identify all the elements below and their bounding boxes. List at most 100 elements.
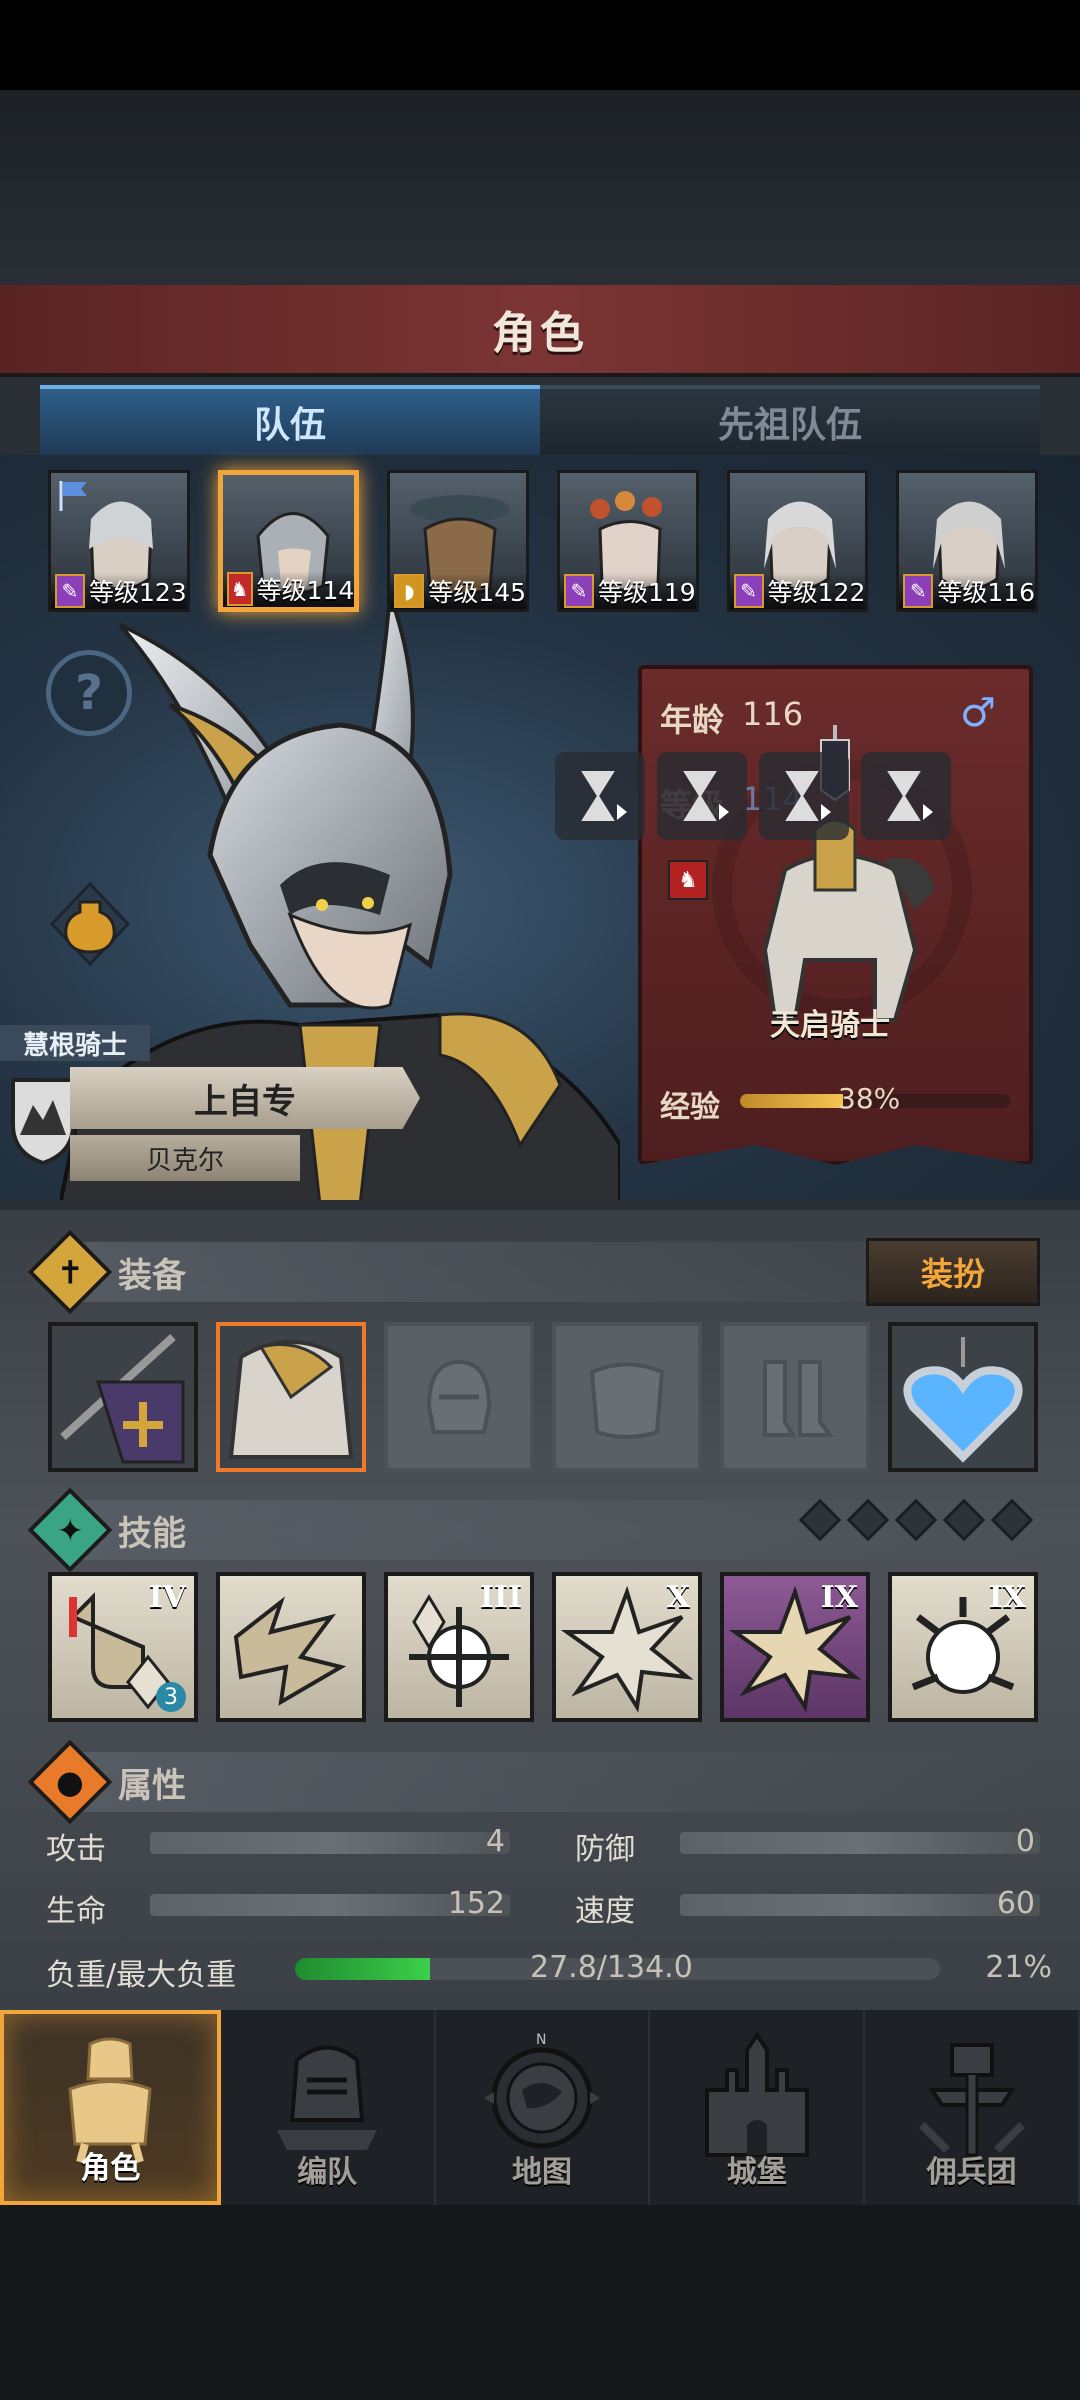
- empty-slot-diamond-icon: [990, 1498, 1034, 1542]
- hp-label: 生命: [46, 1894, 106, 1929]
- hero-surname: 贝克尔: [70, 1135, 300, 1181]
- class-badge-icon: ♞: [668, 860, 708, 900]
- page-title: 角色: [492, 308, 588, 359]
- skill-slot-6[interactable]: IX: [888, 1572, 1038, 1722]
- nav-label: 城堡: [726, 2155, 787, 2190]
- party-member-3[interactable]: ◗ 等级145: [387, 470, 530, 612]
- defense-value: 0: [1015, 1824, 1035, 1859]
- golden-armor-icon: [228, 1340, 354, 1459]
- attributes-header: ● 属性: [27, 1739, 186, 1825]
- equipment-slot-chest[interactable]: [552, 1322, 702, 1472]
- class-icon: ✎: [733, 574, 764, 608]
- skill-rank: III: [479, 1580, 522, 1615]
- age-label: 年龄: [660, 701, 725, 739]
- potion-icon[interactable]: [44, 878, 136, 970]
- cross-icon: ✝: [27, 1229, 113, 1315]
- shield-emblem-icon: [11, 1078, 75, 1165]
- speed-value: 60: [996, 1886, 1035, 1921]
- equipment-slots: [48, 1322, 1038, 1472]
- class-icon: ✎: [55, 574, 85, 608]
- hp-value: 152: [447, 1886, 505, 1921]
- male-gender-icon: ♂: [960, 690, 996, 736]
- skill-slot-1[interactable]: IV 3: [48, 1572, 198, 1722]
- compass-icon: N: [483, 2032, 600, 2149]
- member-level: 等级145: [428, 578, 527, 607]
- party-roster: ✎ 等级123 ♞ 等级114 ◗ 等级145 ✎ 等级119 ✎ 等级122 ✎ 等级11…: [48, 470, 1039, 618]
- member-level: 等级119: [597, 578, 696, 607]
- empty-slot-diamond-icon: [798, 1498, 842, 1542]
- skill-slots: IV 3 III X IX IX: [48, 1572, 1038, 1722]
- nav-formation[interactable]: 编队: [221, 2010, 436, 2205]
- hourglass-icon[interactable]: [759, 752, 849, 840]
- nav-label: 角色: [80, 2151, 141, 2186]
- nav-label: 编队: [297, 2155, 358, 2190]
- hero-class-name: 天启骑士: [770, 1008, 890, 1043]
- party-member-6[interactable]: ✎ 等级116: [896, 470, 1039, 612]
- nav-castle[interactable]: 城堡: [650, 2010, 866, 2205]
- page-header: 角色: [0, 285, 1080, 377]
- hourglass-icon[interactable]: [861, 752, 951, 840]
- skill-rank: IX: [988, 1580, 1026, 1615]
- banner-weapon-icon: [60, 1334, 185, 1464]
- chest-slot-icon: [589, 1362, 665, 1439]
- equipment-slot-amulet[interactable]: [888, 1322, 1038, 1472]
- member-level: 等级122: [767, 578, 866, 607]
- skill-rank: X: [666, 1580, 690, 1615]
- exp-percent: 38%: [838, 1082, 901, 1115]
- attributes-title: 属性: [118, 1765, 186, 1806]
- exp-label: 经验: [660, 1090, 720, 1125]
- attributes-band: [80, 1752, 1040, 1812]
- skill-slot-5[interactable]: IX: [720, 1572, 870, 1722]
- skill-slot-2[interactable]: [216, 1572, 366, 1722]
- exp-fill: [740, 1094, 843, 1108]
- heart-amulet-icon: [903, 1337, 1023, 1463]
- party-member-5[interactable]: ✎ 等级122: [726, 470, 869, 612]
- skill-badge: 3: [156, 1682, 186, 1712]
- equipment-slot-boots[interactable]: [720, 1322, 870, 1472]
- tab-ancestor-team[interactable]: 先祖队伍: [540, 385, 1040, 455]
- equipment-slot-helmet[interactable]: [384, 1322, 534, 1472]
- empty-slot-diamond-icon: [894, 1498, 938, 1542]
- hourglass-icon[interactable]: [555, 752, 645, 840]
- star-icon: ✦: [27, 1487, 113, 1573]
- load-value: 27.8/134.0: [530, 1950, 693, 1985]
- skills-header: ✦ 技能: [27, 1487, 186, 1573]
- drop-icon: ●: [27, 1739, 113, 1825]
- member-level: 等级114: [256, 576, 355, 605]
- skill-rank: IX: [820, 1580, 858, 1615]
- empty-slot-diamond-icon: [942, 1498, 986, 1542]
- skill-slot-4[interactable]: X: [552, 1572, 702, 1722]
- load-label: 负重/最大负重: [46, 1958, 237, 1993]
- skill-slot-indicators: [798, 1498, 1034, 1542]
- member-level: 等级116: [937, 578, 1036, 607]
- hero-name-block: 慧根骑士 上自专 贝克尔: [0, 1025, 430, 1195]
- equipment-slot-weapon[interactable]: [48, 1322, 198, 1472]
- party-member-2[interactable]: ♞ 等级114: [217, 470, 360, 612]
- tab-team[interactable]: 队伍: [40, 385, 540, 455]
- helmet-icon: [277, 2045, 378, 2150]
- castle-icon: [704, 2031, 809, 2157]
- class-icon: ✎: [564, 574, 594, 608]
- dress-up-button[interactable]: 装扮: [866, 1238, 1040, 1306]
- charge-skill-icon: [233, 1596, 347, 1706]
- empty-slot-diamond-icon: [846, 1498, 890, 1542]
- class-icon: ♞: [226, 572, 253, 606]
- equipment-header: ✝ 装备: [27, 1229, 186, 1315]
- hourglass-icon[interactable]: [657, 752, 747, 840]
- attack-value: 4: [485, 1824, 505, 1859]
- attack-label: 攻击: [46, 1832, 106, 1867]
- party-member-4[interactable]: ✎ 等级119: [557, 470, 699, 612]
- status-bar: [0, 0, 1080, 90]
- hero-name[interactable]: 上自专: [70, 1067, 420, 1129]
- nav-map[interactable]: N 地图: [436, 2010, 651, 2205]
- skill-slot-3[interactable]: III: [384, 1572, 534, 1722]
- nav-character[interactable]: 角色: [0, 2010, 221, 2205]
- load-percent: 21%: [985, 1950, 1052, 1985]
- help-icon[interactable]: ?: [46, 650, 132, 736]
- mercenary-icon: [918, 2043, 1025, 2157]
- equipment-slot-armor[interactable]: [216, 1322, 366, 1472]
- nav-mercenaries[interactable]: 佣兵团: [865, 2010, 1080, 2205]
- timer-row: [555, 752, 975, 840]
- party-member-1[interactable]: ✎ 等级123: [48, 470, 190, 612]
- system-nav-area: [0, 2205, 1080, 2400]
